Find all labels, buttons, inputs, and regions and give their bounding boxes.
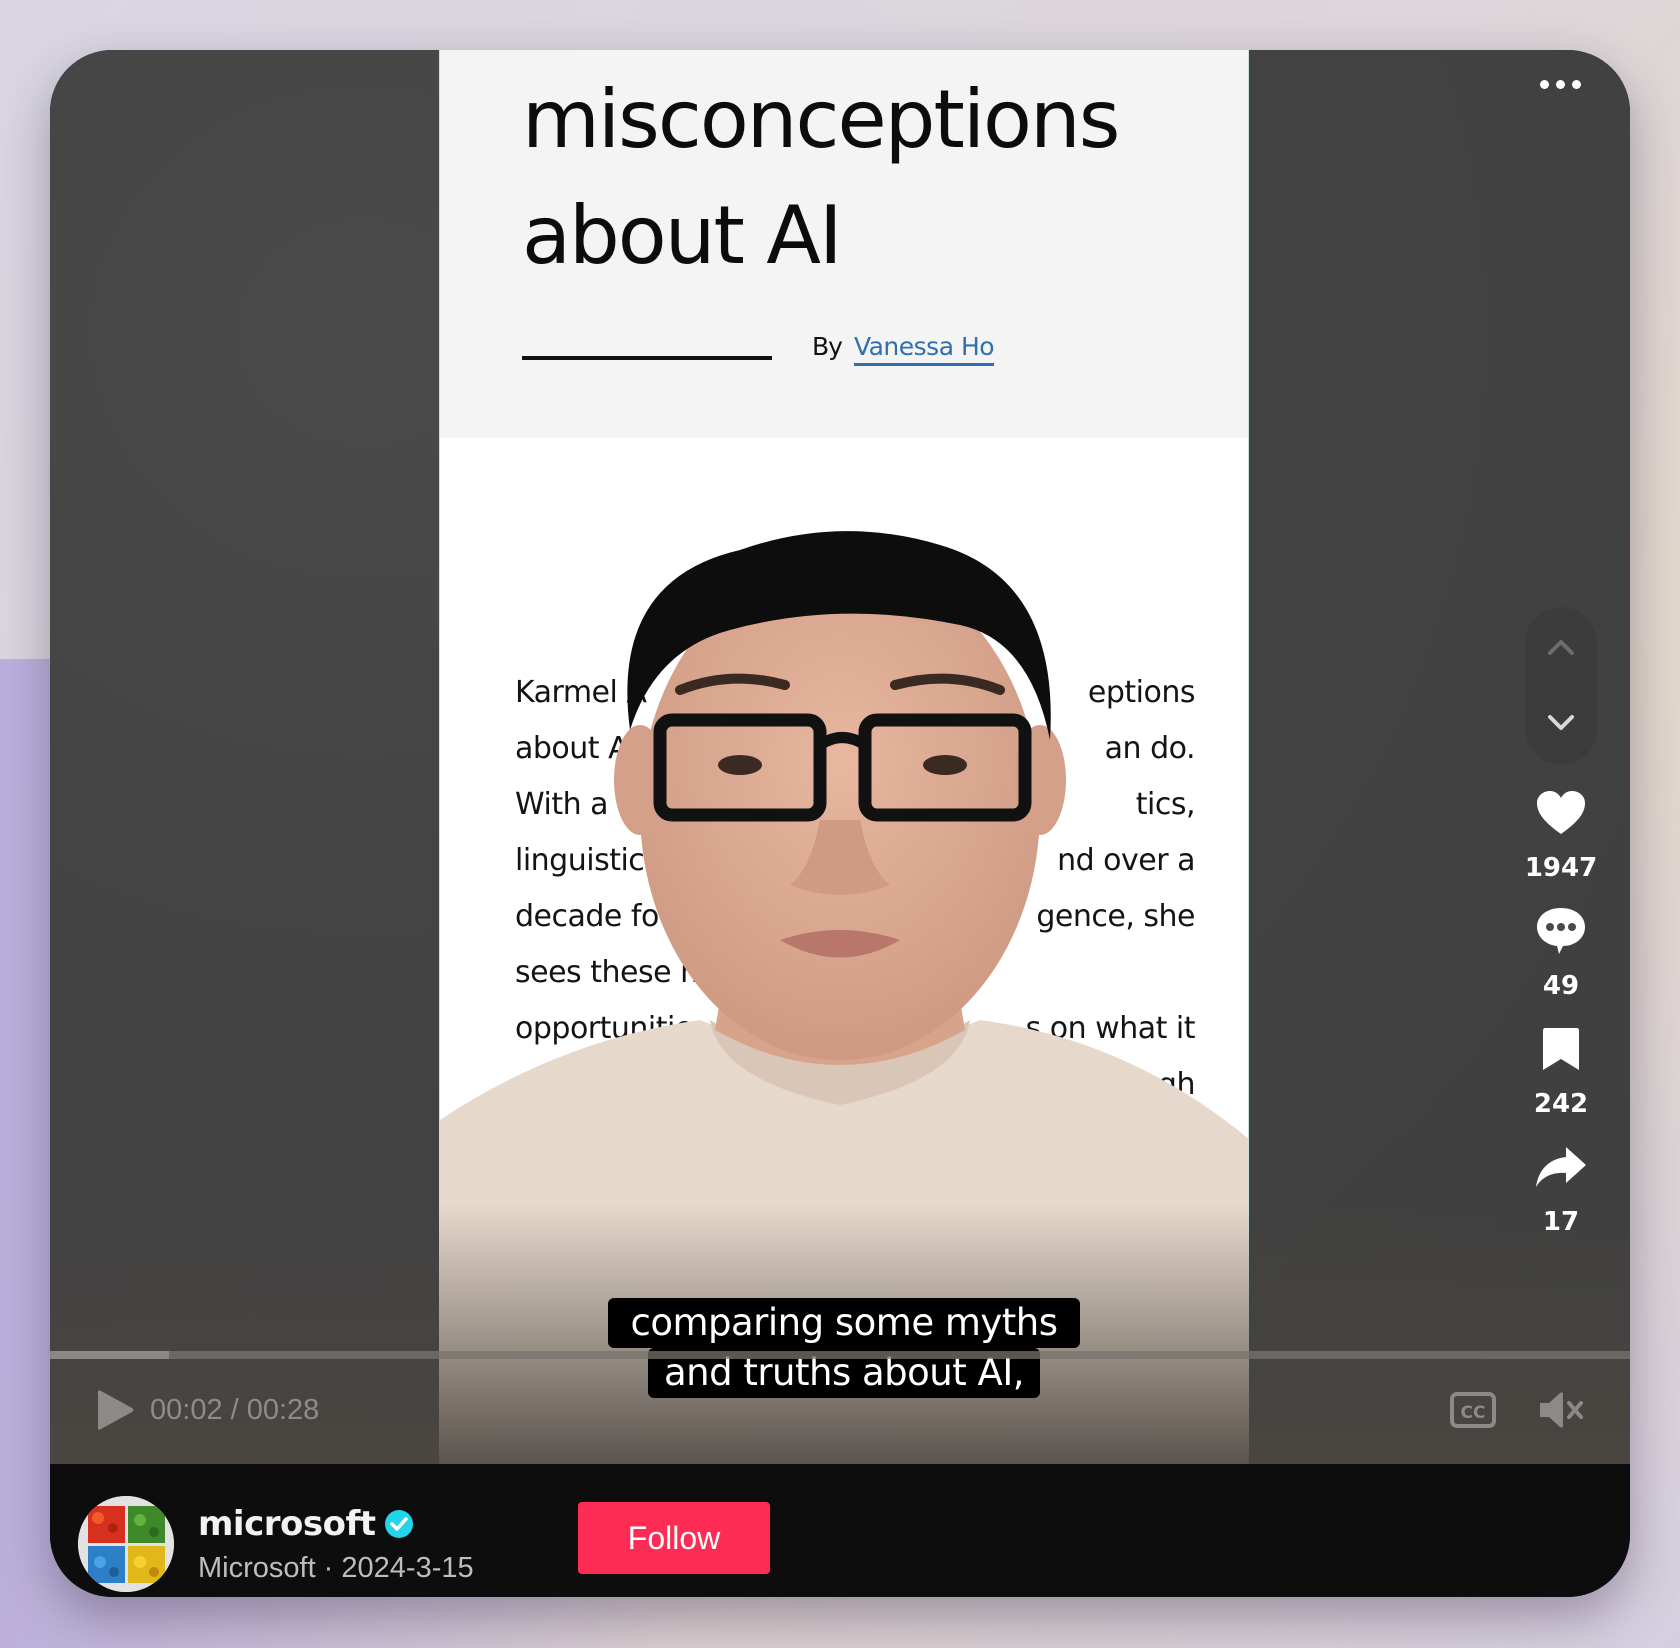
bookmark-action: 242 — [1525, 1021, 1597, 1119]
byline-divider — [522, 356, 772, 360]
video-player[interactable]: misconceptions about AI By Vanessa Ho Kar… — [50, 50, 1630, 1464]
like-count: 1947 — [1524, 853, 1598, 883]
heart-icon — [1537, 791, 1585, 834]
avatar[interactable] — [78, 1496, 174, 1592]
username-row: microsoft — [198, 1504, 414, 1544]
author-link: Vanessa Ho — [853, 332, 995, 366]
like-action: 1947 — [1525, 785, 1597, 883]
comment-action: 49 — [1525, 903, 1597, 1001]
bookmark-button[interactable] — [1533, 1021, 1589, 1077]
time-display: 00:02 / 00:28 — [150, 1394, 320, 1426]
play-icon — [98, 1390, 134, 1430]
action-rail: 1947 49 242 17 — [1525, 607, 1597, 1237]
bookmark-count: 242 — [1533, 1089, 1589, 1119]
share-icon — [1536, 1147, 1586, 1187]
caption-line: comparing some myths — [608, 1298, 1080, 1348]
previous-video-button[interactable] — [1525, 611, 1597, 683]
mute-button[interactable] — [1537, 1390, 1587, 1430]
progress-fill — [50, 1351, 169, 1359]
article-title: misconceptions about AI — [522, 73, 1120, 282]
comment-icon — [1537, 908, 1585, 954]
verified-badge-icon — [384, 1510, 413, 1538]
username[interactable]: microsoft — [198, 1504, 376, 1544]
bookmark-icon — [1543, 1028, 1579, 1070]
more-dot — [1555, 79, 1565, 89]
like-button[interactable] — [1533, 785, 1589, 841]
progress-bar[interactable] — [50, 1351, 1630, 1359]
comment-button[interactable] — [1533, 903, 1589, 959]
player-controls: 00:02 / 00:28 CC — [50, 1380, 1630, 1440]
article-header: misconceptions about AI By Vanessa Ho — [440, 50, 1248, 438]
comment-count: 49 — [1542, 971, 1580, 1001]
byline: By Vanessa Ho — [812, 332, 995, 366]
next-video-button[interactable] — [1525, 687, 1597, 759]
volume-muted-icon — [1540, 1392, 1583, 1428]
svg-text:CC: CC — [1461, 1403, 1486, 1423]
chevron-down-icon — [1548, 715, 1574, 730]
share-count: 17 — [1542, 1207, 1580, 1237]
video-frame: misconceptions about AI By Vanessa Ho Kar… — [439, 50, 1249, 1464]
share-action: 17 — [1525, 1139, 1597, 1237]
byline-prefix: By — [812, 332, 843, 361]
more-options-button[interactable] — [1530, 64, 1590, 104]
closed-captions-icon: CC — [1450, 1392, 1496, 1428]
more-horizontal-icon — [1539, 79, 1549, 89]
more-dot — [1571, 79, 1581, 89]
author-meta: Microsoft · 2024-3-15 — [198, 1552, 474, 1584]
chevron-up-icon — [1548, 640, 1574, 655]
play-button[interactable] — [92, 1388, 136, 1432]
author-bar: microsoft Microsoft · 2024-3-15 Follow — [50, 1464, 1630, 1597]
follow-button[interactable]: Follow — [578, 1502, 770, 1574]
closed-captions-button[interactable]: CC — [1449, 1390, 1497, 1430]
share-button[interactable] — [1533, 1139, 1589, 1195]
video-card: misconceptions about AI By Vanessa Ho Kar… — [50, 50, 1630, 1597]
avatar-image — [78, 1496, 174, 1592]
video-navigation — [1525, 607, 1597, 765]
